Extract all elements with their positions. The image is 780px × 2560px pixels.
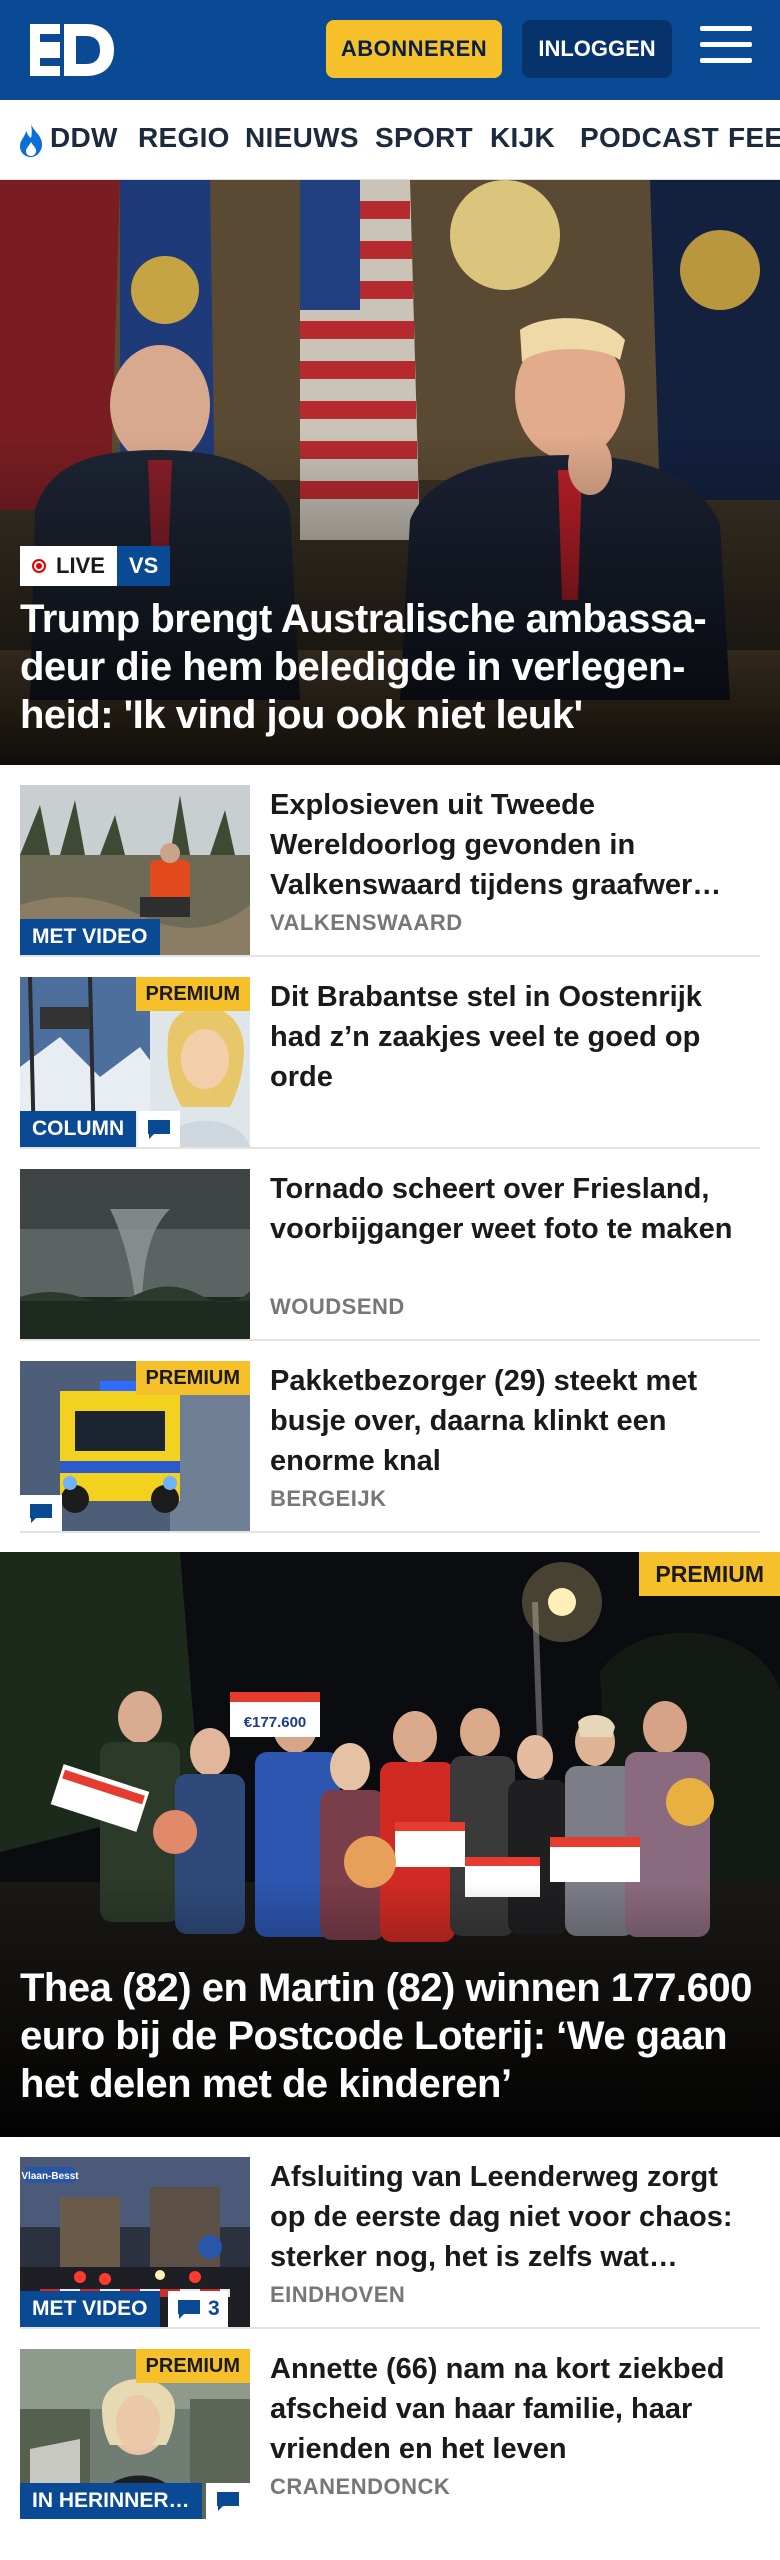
article-thumbnail: PREMIUM IN HERINNER… [20, 2349, 250, 2519]
nav-item-sport[interactable]: SPORT [375, 122, 473, 154]
comment-icon [217, 2492, 239, 2511]
comment-icon [148, 1120, 170, 1139]
login-button[interactable]: INLOGGEN [522, 20, 672, 78]
article-location: CRANENDONCK [270, 2474, 451, 2499]
hero-article[interactable]: LIVE VS Trump brengt Australische ambass… [0, 180, 780, 765]
list-item[interactable]: PREMIUM COLUMN Dit Brabantse stel in Oos… [20, 957, 760, 1149]
live-label: LIVE [56, 553, 105, 578]
list-item[interactable]: Vlaan-Besst MET VIDEO 3 Afsluiting van L… [20, 2137, 760, 2329]
comment-badge[interactable]: 3 [168, 2291, 228, 2327]
cheque-amount: €177.600 [244, 1714, 307, 1731]
section-nav: DDW REGIO NIEUWS SPORT KIJK PODCAST FEE [0, 100, 780, 180]
premium-tag: PREMIUM [135, 2349, 250, 2383]
ed-logo[interactable]: ED [28, 20, 116, 80]
flame-icon [20, 124, 43, 157]
article-title[interactable]: Annette (66) nam na kort ziekbed afschei… [270, 2349, 760, 2469]
video-tag: MET VIDEO [20, 2291, 160, 2327]
premium-tag: PREMIUM [639, 1552, 780, 1596]
nav-item-fee[interactable]: FEE [728, 122, 780, 154]
article-thumbnail: Vlaan-Besst MET VIDEO 3 [20, 2157, 250, 2327]
comment-icon [178, 2300, 200, 2319]
comment-icon [30, 1504, 52, 1523]
feature-article[interactable]: €177.600 PREMIUM Thea (82) en Martin (82… [0, 1552, 780, 2137]
article-title[interactable]: Pakketbezorger (29) steekt met busje ove… [270, 1361, 760, 1481]
list-item[interactable]: Tornado scheert over Friesland, voorbijg… [20, 1149, 760, 1341]
article-title[interactable]: Tornado scheert over Friesland, voorbijg… [270, 1169, 760, 1249]
street-sign-text: Vlaan-Besst [21, 2171, 79, 2182]
article-location: WOUDSEND [270, 1294, 405, 1319]
article-thumbnail: MET VIDEO [20, 785, 250, 955]
tornado-photo [20, 1169, 250, 1339]
article-location: VALKENSWAARD [270, 910, 463, 935]
nav-item-nieuws[interactable]: NIEUWS [245, 122, 359, 154]
topic-badge[interactable]: VS [116, 546, 171, 586]
live-badge: LIVE [20, 546, 117, 586]
article-thumbnail [20, 1169, 250, 1339]
list-item[interactable]: PREMIUM IN HERINNER… Annette (66) nam na… [20, 2329, 760, 2521]
article-thumbnail: PREMIUM [20, 1361, 250, 1531]
premium-tag: PREMIUM [135, 1361, 250, 1395]
article-location: EINDHOVEN [270, 2282, 406, 2307]
list-item[interactable]: PREMIUM Pakketbezorger (29) steekt met b… [20, 1341, 760, 1533]
hero-badges: LIVE VS [20, 546, 171, 586]
nav-item-kijk[interactable]: KIJK [490, 122, 555, 154]
article-title[interactable]: Afsluiting van Leenderweg zorgt op de ee… [270, 2157, 760, 2277]
menu-icon[interactable] [700, 26, 752, 72]
hero-title[interactable]: Trump brengt Australische ambassa-deur d… [20, 595, 760, 739]
video-tag: MET VIDEO [20, 919, 160, 955]
article-thumbnail: PREMIUM COLUMN [20, 977, 250, 1147]
article-location: BERGEIJK [270, 1486, 387, 1511]
list-item[interactable]: MET VIDEO Explosieven uit Tweede Wereldo… [20, 765, 760, 957]
premium-tag: PREMIUM [135, 977, 250, 1011]
top-header: ED ABONNEREN INLOGGEN [0, 0, 780, 100]
nav-item-podcast[interactable]: PODCAST [580, 122, 719, 154]
comment-badge[interactable] [138, 1111, 180, 1147]
memoriam-tag: IN HERINNER… [20, 2483, 202, 2519]
nav-item-regio[interactable]: REGIO [138, 122, 230, 154]
comment-badge[interactable] [206, 2483, 250, 2519]
comment-count: 3 [208, 2297, 220, 2320]
feature-title[interactable]: Thea (82) en Martin (82) winnen 177.600 … [20, 1964, 760, 2108]
column-tag: COLUMN [20, 1111, 137, 1147]
comment-badge[interactable] [20, 1495, 62, 1531]
article-title[interactable]: Dit Brabantse stel in Oostenrijk had z’n… [270, 977, 760, 1097]
subscribe-button[interactable]: ABONNEREN [326, 20, 502, 78]
article-title[interactable]: Explosieven uit Tweede Wereldoorlog gevo… [270, 785, 760, 905]
live-dot-icon [32, 559, 46, 573]
nav-item-ddw[interactable]: DDW [50, 122, 118, 154]
